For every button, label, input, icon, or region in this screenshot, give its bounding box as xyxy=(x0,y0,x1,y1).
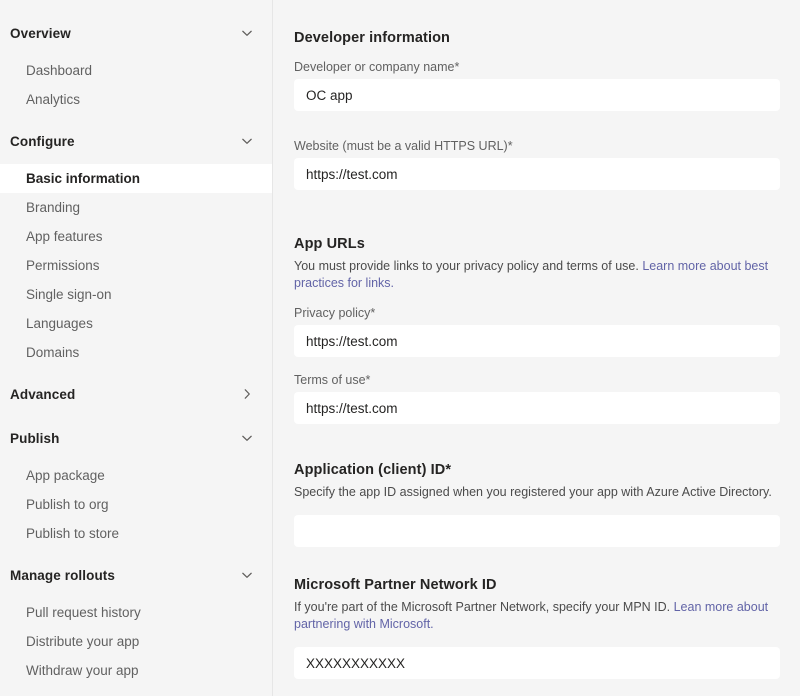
input-developer-company-name[interactable] xyxy=(294,79,780,111)
sidebar-group-label: Manage rollouts xyxy=(10,567,116,583)
sidebar-item-single-sign-on[interactable]: Single sign-on xyxy=(0,280,272,309)
label-developer-company-name: Developer or company name* xyxy=(294,60,460,74)
section-title-microsoft-partner-network-id: Microsoft Partner Network ID xyxy=(294,577,497,593)
sidebar-item-app-package[interactable]: App package xyxy=(0,461,272,490)
chevron-down-icon xyxy=(240,431,254,445)
input-website[interactable] xyxy=(294,158,780,190)
input-privacy-policy[interactable] xyxy=(294,325,780,357)
section-application-client-id: Application (client) ID* Specify the app… xyxy=(294,462,780,547)
sidebar-item-analytics[interactable]: Analytics xyxy=(0,85,272,114)
section-microsoft-partner-network-id: Microsoft Partner Network ID If you're p… xyxy=(294,577,780,679)
section-app-urls: App URLs You must provide links to your … xyxy=(294,236,780,424)
sidebar-group-overview: Overview Dashboard Analytics xyxy=(0,16,272,124)
sidebar-group-configure: Configure Basic information Branding App fe… xyxy=(0,124,272,377)
sidebar-group-header-overview[interactable]: Overview xyxy=(0,16,272,50)
sidebar-group-label: Overview xyxy=(10,25,71,41)
input-terms-of-use[interactable] xyxy=(294,392,780,424)
label-website: Website (must be a valid HTTPS URL)* xyxy=(294,139,513,153)
sidebar-item-publish-to-store[interactable]: Publish to store xyxy=(0,519,272,548)
sidebar-item-languages[interactable]: Languages xyxy=(0,309,272,338)
sidebar-group-publish: Publish App package Publish to org Publish … xyxy=(0,421,272,558)
mpn-description: If you're part of the Microsoft Partner … xyxy=(294,599,779,633)
sidebar-item-dashboard[interactable]: Dashboard xyxy=(0,56,272,85)
field-website: Website (must be a valid HTTPS URL)* xyxy=(294,139,780,190)
sidebar-item-pull-request-history[interactable]: Pull request history xyxy=(0,598,272,627)
sidebar-item-withdraw-your-app[interactable]: Withdraw your app xyxy=(0,656,272,685)
sidebar-group-header-advanced[interactable]: Advanced xyxy=(0,377,272,411)
sidebar-item-permissions[interactable]: Permissions xyxy=(0,251,272,280)
chevron-down-icon xyxy=(240,134,254,148)
input-microsoft-partner-network-id[interactable] xyxy=(294,647,780,679)
sidebar-group-advanced: Advanced xyxy=(0,377,272,421)
sidebar-item-app-features[interactable]: App features xyxy=(0,222,272,251)
section-title-developer-information: Developer information xyxy=(294,30,450,46)
chevron-right-icon xyxy=(240,387,254,401)
label-terms-of-use: Terms of use* xyxy=(294,373,371,387)
app-urls-description-text: You must provide links to your privacy p… xyxy=(294,259,643,273)
sidebar-item-domains[interactable]: Domains xyxy=(0,338,272,367)
sidebar-item-basic-information[interactable]: Basic information xyxy=(0,164,272,193)
input-application-client-id[interactable] xyxy=(294,515,780,547)
chevron-down-icon xyxy=(240,568,254,582)
app-root: Overview Dashboard Analytics Configure Basic… xyxy=(0,0,800,696)
sidebar-group-label: Advanced xyxy=(10,386,76,402)
field-developer-company-name: Developer or company name* xyxy=(294,60,780,111)
sidebar-item-branding[interactable]: Branding xyxy=(0,193,272,222)
section-developer-information: Developer information Developer or compa… xyxy=(294,30,780,190)
label-privacy-policy: Privacy policy* xyxy=(294,306,376,320)
sidebar-item-distribute-your-app[interactable]: Distribute your app xyxy=(0,627,272,656)
section-title-app-urls: App URLs xyxy=(294,236,365,252)
chevron-down-icon xyxy=(240,26,254,40)
sidebar-group-label: Publish xyxy=(10,430,60,446)
sidebar-group-header-manage-rollouts[interactable]: Manage rollouts xyxy=(0,558,272,592)
mpn-description-text: If you're part of the Microsoft Partner … xyxy=(294,600,674,614)
section-title-application-client-id: Application (client) ID* xyxy=(294,462,452,478)
sidebar-item-publish-to-org[interactable]: Publish to org xyxy=(0,490,272,519)
sidebar-group-header-publish[interactable]: Publish xyxy=(0,421,272,455)
application-client-id-description: Specify the app ID assigned when you reg… xyxy=(294,485,772,499)
sidebar-group-manage-rollouts: Manage rollouts Pull request history Distr… xyxy=(0,558,272,695)
sidebar-group-label: Configure xyxy=(10,133,75,149)
sidebar-group-header-configure[interactable]: Configure xyxy=(0,124,272,158)
field-privacy-policy: Privacy policy* xyxy=(294,306,780,357)
app-urls-description: You must provide links to your privacy p… xyxy=(294,258,779,292)
field-terms-of-use: Terms of use* xyxy=(294,373,780,424)
main-content: Developer information Developer or compa… xyxy=(273,0,800,696)
sidebar-navigation: Overview Dashboard Analytics Configure Basic… xyxy=(0,0,273,696)
